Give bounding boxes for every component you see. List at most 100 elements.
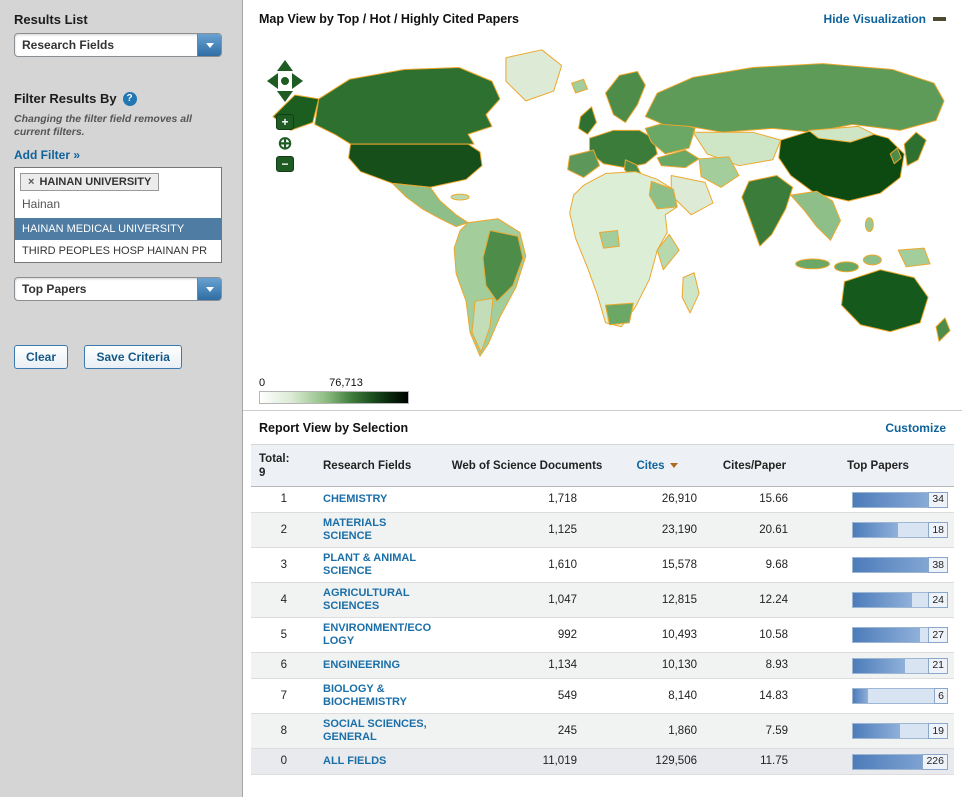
column-header-research-fields: Research Fields (307, 445, 447, 487)
table-row: 1CHEMISTRY1,71826,91015.6634 (251, 487, 954, 513)
world-map-svg[interactable] (255, 40, 952, 366)
row-rank: 7 (251, 679, 307, 714)
column-header-top-papers[interactable]: Top Papers (802, 445, 954, 487)
top-papers-bar[interactable]: 38 (852, 557, 948, 573)
top-papers-value: 27 (928, 627, 948, 643)
pan-down-icon[interactable] (277, 91, 293, 102)
cites-value: 26,910 (607, 487, 707, 513)
wos-documents-value: 992 (447, 618, 607, 653)
total-value: 9 (259, 466, 307, 480)
top-papers-cell: 21 (802, 653, 954, 679)
legend-max-label: 76,713 (329, 377, 363, 389)
sidebar: Results List Research Fields Filter Resu… (0, 0, 243, 797)
hide-visualization-label: Hide Visualization (824, 12, 926, 26)
filter-note: Changing the filter field removes all cu… (14, 113, 219, 139)
customize-link[interactable]: Customize (885, 421, 946, 435)
research-field-link[interactable]: ALL FIELDS (323, 755, 435, 768)
total-label: Total: (259, 452, 307, 466)
row-rank: 8 (251, 714, 307, 749)
suggestion-item-hainan-medical[interactable]: HAINAN MEDICAL UNIVERSITY (15, 218, 221, 240)
add-filter-link[interactable]: Add Filter » (14, 148, 230, 162)
row-rank: 0 (251, 749, 307, 775)
minus-icon (933, 17, 946, 21)
wos-documents-value: 1,047 (447, 583, 607, 618)
table-row: 4AGRICULTURAL SCIENCES1,04712,81512.2424 (251, 583, 954, 618)
map-legend: 0 76,713 (259, 377, 409, 404)
cites-per-paper-value: 20.61 (707, 513, 802, 548)
research-field-link[interactable]: BIOLOGY & BIOCHEMISTRY (323, 683, 435, 709)
top-papers-bar[interactable]: 24 (852, 592, 948, 608)
zoom-out-button[interactable]: − (276, 156, 294, 172)
top-papers-bar[interactable]: 226 (852, 754, 948, 770)
field-cell: PLANT & ANIMAL SCIENCE (307, 548, 447, 583)
cites-per-paper-value: 10.58 (707, 618, 802, 653)
research-field-link[interactable]: PLANT & ANIMAL SCIENCE (323, 552, 435, 578)
cites-value: 12,815 (607, 583, 707, 618)
pan-center-dot (281, 77, 289, 85)
column-header-cites-per-paper[interactable]: Cites/Paper (707, 445, 802, 487)
research-field-link[interactable]: CHEMISTRY (323, 493, 435, 506)
filter-tag-label: HAINAN UNIVERSITY (39, 176, 151, 188)
results-list-title: Results List (14, 12, 230, 27)
remove-tag-icon[interactable]: × (28, 176, 34, 188)
pan-left-icon[interactable] (267, 73, 278, 89)
pan-up-icon[interactable] (277, 60, 293, 71)
research-field-link[interactable]: SOCIAL SCIENCES, GENERAL (323, 718, 435, 744)
report-section-header: Report View by Selection Customize (243, 410, 962, 444)
main-content: Map View by Top / Hot / Highly Cited Pap… (243, 0, 962, 797)
map-section-header: Map View by Top / Hot / Highly Cited Pap… (243, 0, 962, 38)
top-papers-value: 38 (928, 557, 948, 573)
paper-type-dropdown[interactable]: Top Papers (14, 277, 222, 301)
top-papers-bar[interactable]: 18 (852, 522, 948, 538)
top-papers-bar[interactable]: 6 (852, 688, 948, 704)
globe-icon[interactable]: ⊕ (276, 134, 294, 152)
table-row: 8SOCIAL SCIENCES, GENERAL2451,8607.5919 (251, 714, 954, 749)
research-field-link[interactable]: MATERIALS SCIENCE (323, 517, 435, 543)
top-papers-cell: 38 (802, 548, 954, 583)
top-papers-bar[interactable]: 34 (852, 492, 948, 508)
pan-right-icon[interactable] (292, 73, 303, 89)
field-cell: ALL FIELDS (307, 749, 447, 775)
results-list-dropdown[interactable]: Research Fields (14, 33, 222, 57)
cites-per-paper-value: 12.24 (707, 583, 802, 618)
top-papers-bar[interactable]: 27 (852, 627, 948, 643)
row-rank: 5 (251, 618, 307, 653)
research-field-link[interactable]: ENVIRONMENT/ECOLOGY (323, 622, 435, 648)
table-row: 0ALL FIELDS11,019129,50611.75226 (251, 749, 954, 775)
filter-input[interactable] (15, 194, 205, 218)
top-papers-cell: 24 (802, 583, 954, 618)
top-papers-value: 18 (928, 522, 948, 538)
cites-value: 10,130 (607, 653, 707, 679)
world-map[interactable]: + ⊕ − 0 76,713 (243, 38, 962, 410)
field-cell: CHEMISTRY (307, 487, 447, 513)
research-field-link[interactable]: AGRICULTURAL SCIENCES (323, 587, 435, 613)
help-icon[interactable]: ? (123, 92, 137, 106)
research-field-link[interactable]: ENGINEERING (323, 659, 435, 672)
total-header: Total: 9 (251, 445, 307, 487)
cites-per-paper-value: 15.66 (707, 487, 802, 513)
filter-combobox[interactable]: × HAINAN UNIVERSITY HAINAN MEDICAL UNIVER… (14, 167, 222, 263)
column-header-cites[interactable]: Cites (607, 445, 707, 487)
field-cell: ENGINEERING (307, 653, 447, 679)
suggestion-item-third-peoples-hosp[interactable]: THIRD PEOPLES HOSP HAINAN PR (15, 240, 221, 262)
map-view-title: Map View by Top / Hot / Highly Cited Pap… (259, 12, 519, 26)
map-countries[interactable] (273, 50, 950, 356)
chevron-down-icon[interactable] (197, 34, 221, 56)
hide-visualization-link[interactable]: Hide Visualization (824, 12, 946, 26)
top-papers-value: 24 (928, 592, 948, 608)
cites-per-paper-value: 14.83 (707, 679, 802, 714)
cites-value: 23,190 (607, 513, 707, 548)
cites-value: 129,506 (607, 749, 707, 775)
zoom-in-button[interactable]: + (276, 114, 294, 130)
table-row: 7BIOLOGY & BIOCHEMISTRY5498,14014.836 (251, 679, 954, 714)
clear-button[interactable]: Clear (14, 345, 68, 369)
legend-min-label: 0 (259, 377, 265, 389)
chevron-down-icon[interactable] (197, 278, 221, 300)
top-papers-bar[interactable]: 21 (852, 658, 948, 674)
top-papers-cell: 6 (802, 679, 954, 714)
top-papers-bar[interactable]: 19 (852, 723, 948, 739)
pan-control[interactable] (267, 60, 303, 102)
save-criteria-button[interactable]: Save Criteria (84, 345, 181, 369)
cites-header-label: Cites (636, 460, 664, 472)
column-header-wos-documents[interactable]: Web of Science Documents (447, 445, 607, 487)
